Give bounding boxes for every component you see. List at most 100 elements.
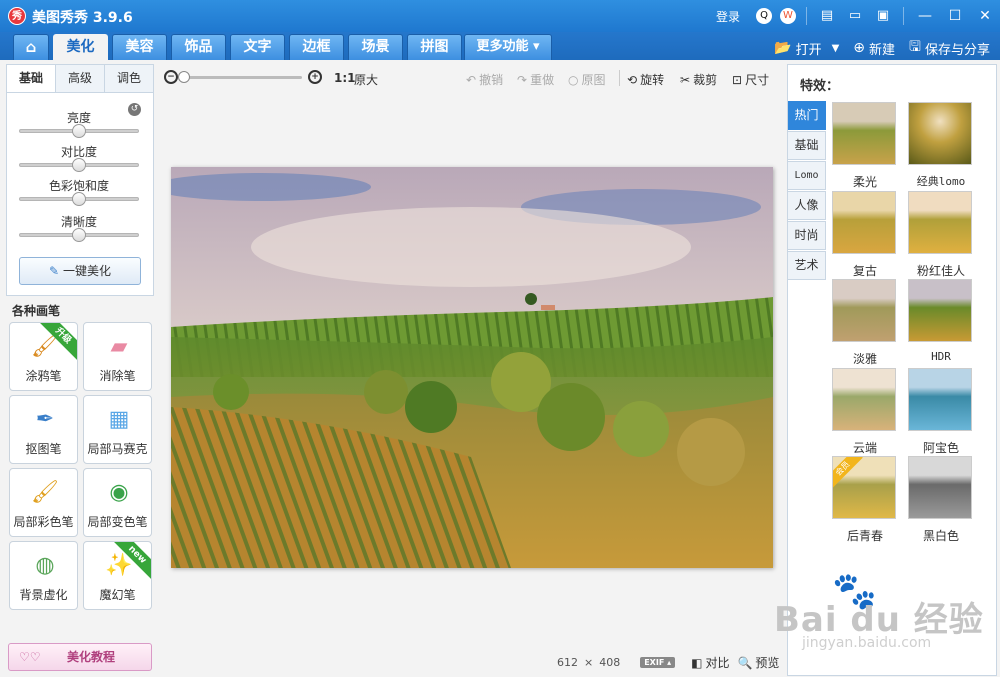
original-label: 原图 (581, 73, 606, 87)
rotate-icon: ⟲ (627, 72, 638, 87)
slider-knob[interactable] (72, 228, 86, 242)
sharpness-slider[interactable] (19, 228, 139, 242)
effect-retro[interactable]: 复古 (832, 191, 898, 278)
one-click-label: 一键美化 (63, 264, 112, 278)
chevron-down-icon[interactable]: ▼ (832, 43, 840, 54)
feedback-icon[interactable]: ▭ (845, 6, 865, 26)
weibo-icon[interactable]: W (780, 8, 796, 24)
save-share-button[interactable]: 🖫 保存与分享 (909, 36, 990, 60)
effect-category-basic[interactable]: 基础 (788, 131, 826, 160)
rotate-button[interactable]: ⟲ 旋转 (627, 71, 664, 88)
app-logo-icon: 秀 (8, 7, 26, 25)
saturation-slider-group: 色彩饱和度 (17, 177, 141, 206)
preview-button[interactable]: 🔍 预览 (737, 654, 779, 671)
effect-pink-lady[interactable]: 粉红佳人 (908, 191, 974, 278)
eraser-brush-button[interactable]: ▰ 消除笔 (83, 322, 152, 391)
contrast-label: 对比度 (60, 145, 97, 159)
effect-category-portrait[interactable]: 人像 (788, 191, 826, 220)
scissors-icon: ✂ (680, 72, 691, 87)
saturation-label: 色彩饱和度 (48, 179, 109, 193)
crop-button[interactable]: ✂ 裁剪 (680, 71, 717, 88)
effect-classic-lomo[interactable]: 经典lomo (908, 102, 974, 188)
image-height: 408 (599, 656, 621, 669)
brightness-slider[interactable] (19, 124, 139, 138)
contrast-slider[interactable] (19, 158, 139, 172)
local-color-brush-button[interactable]: 🖌 局部彩色笔 (9, 468, 78, 537)
tab-decorations[interactable]: 饰品 (171, 34, 226, 60)
subtab-color[interactable]: 调色 (105, 65, 153, 92)
effect-cloud[interactable]: 云端 (832, 368, 898, 455)
cutout-brush-button[interactable]: ✒ 抠图笔 (9, 395, 78, 464)
effect-hdr[interactable]: HDR (908, 279, 974, 363)
effect-soft-light[interactable]: 柔光 (832, 102, 898, 189)
zoom-slider[interactable] (178, 71, 302, 83)
effect-black-white[interactable]: 黑白色 (908, 456, 974, 543)
redo-button[interactable]: ↷ 重做 (517, 71, 554, 88)
zoom-out-icon[interactable]: − (164, 70, 178, 84)
effect-category-hot[interactable]: 热门 (788, 101, 826, 130)
exif-button[interactable]: EXIF ▴ (640, 657, 676, 668)
main-photo[interactable] (171, 167, 773, 568)
skin-icon[interactable]: ▤ (817, 6, 837, 26)
home-tab[interactable]: ⌂ (13, 34, 49, 60)
tab-text[interactable]: 文字 (230, 34, 285, 60)
adjust-panel: 基础 高级 调色 ↺ 亮度 对比度 色彩饱和度 清晰度 ✎ 一键美化 (6, 64, 154, 296)
home-icon: ⌂ (25, 38, 37, 56)
recolor-brush-label: 局部变色笔 (87, 515, 148, 529)
effect-abao[interactable]: 阿宝色 (908, 368, 974, 455)
background-blur-button[interactable]: ◍ 背景虚化 (9, 541, 78, 610)
resize-icon: ⊡ (732, 72, 743, 87)
subtab-basic[interactable]: 基础 (7, 65, 56, 92)
blur-icon: ◍ (35, 553, 55, 578)
undo-label: 撤销 (479, 73, 504, 87)
tab-beautify[interactable]: 美化 (53, 34, 108, 60)
slider-knob[interactable] (72, 158, 86, 172)
resize-button[interactable]: ⊡ 尺寸 (732, 71, 769, 88)
color-brush-icon: 🖌 (31, 480, 59, 505)
redo-label: 重做 (530, 73, 555, 87)
close-button[interactable]: ✕ (970, 0, 1000, 32)
menu-icon[interactable]: ▣ (873, 6, 893, 26)
zoom-in-icon[interactable]: + (308, 70, 322, 84)
tab-more-features[interactable]: 更多功能 ▾ (464, 34, 552, 60)
effect-category-fashion[interactable]: 时尚 (788, 221, 826, 250)
doodle-brush-button[interactable]: 🖌 升级 涂鸦笔 (9, 322, 78, 391)
actual-ratio-button[interactable]: 1:1 (334, 71, 356, 85)
new-button[interactable]: ⊕ 新建 (853, 39, 895, 58)
open-button[interactable]: 📂 打开 ▼ (774, 39, 839, 58)
beautify-tutorial-button[interactable]: ♡♡ 美化教程 (8, 643, 152, 671)
effect-category-art[interactable]: 艺术 (788, 251, 826, 280)
recolor-brush-button[interactable]: ◉ 局部变色笔 (83, 468, 152, 537)
tab-frames[interactable]: 边框 (289, 34, 344, 60)
magic-wand-icon: ✎ (48, 264, 60, 278)
doodle-brush-label: 涂鸦笔 (25, 369, 62, 383)
mosaic-brush-label: 局部马赛克 (87, 442, 148, 456)
effect-label: HDR (931, 350, 951, 363)
tab-collage[interactable]: 拼图 (407, 34, 462, 60)
saturation-slider[interactable] (19, 192, 139, 206)
slider-knob[interactable] (72, 124, 86, 138)
compare-button[interactable]: ◧ 对比 (691, 654, 729, 671)
toolbar-divider (619, 70, 620, 86)
original-size-button[interactable]: 原大 (354, 71, 378, 88)
effect-category-lomo[interactable]: Lomo (788, 161, 826, 190)
slider-knob[interactable] (72, 192, 86, 206)
qq-icon[interactable]: Q (756, 8, 772, 24)
maximize-button[interactable]: ☐ (940, 0, 970, 32)
login-link[interactable]: 登录 (716, 8, 740, 25)
subtab-advanced[interactable]: 高级 (56, 65, 105, 92)
tutorial-label: 美化教程 (67, 650, 116, 664)
effect-label: 云端 (852, 441, 877, 455)
undo-button[interactable]: ↶ 撤销 (466, 71, 503, 88)
magic-brush-button[interactable]: ✨ new 魔幻笔 (83, 541, 152, 610)
mosaic-brush-button[interactable]: ▦ 局部马赛克 (83, 395, 152, 464)
one-click-beautify-button[interactable]: ✎ 一键美化 (19, 257, 141, 285)
title-bar: 秀 美图秀秀 3.9.6 登录 Q W ▤ ▭ ▣ — ☐ ✕ (0, 0, 1000, 32)
original-image-button[interactable]: ○ 原图 (568, 71, 606, 88)
effect-youth[interactable]: 会员 后青春 (832, 456, 898, 543)
zoom-knob[interactable] (178, 71, 190, 83)
minimize-button[interactable]: — (910, 0, 940, 32)
effect-elegant[interactable]: 淡雅 (832, 279, 898, 366)
tab-scenes[interactable]: 场景 (348, 34, 403, 60)
tab-beauty[interactable]: 美容 (112, 34, 167, 60)
